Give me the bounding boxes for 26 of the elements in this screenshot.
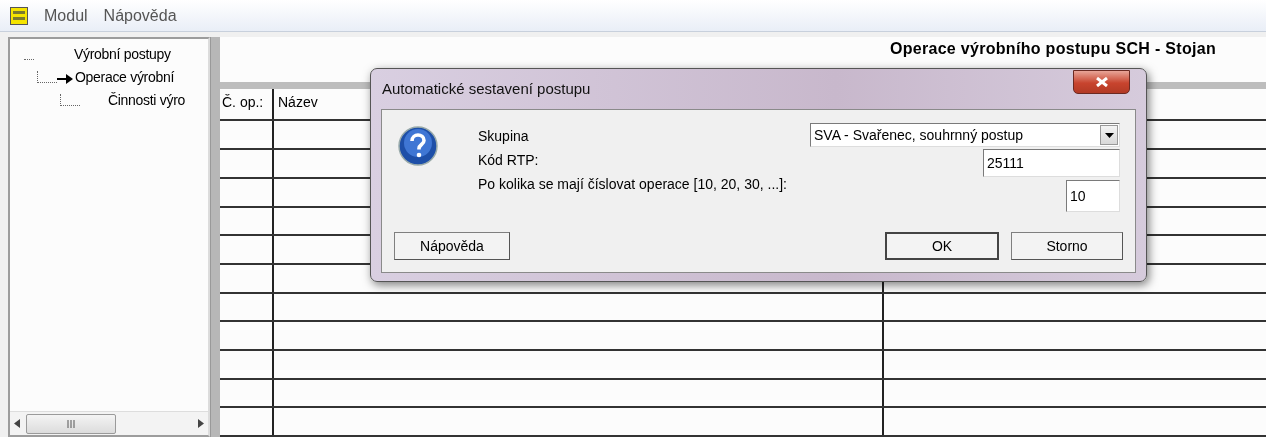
- scroll-right-icon[interactable]: [198, 419, 204, 428]
- field-label: Kód RTP:: [478, 152, 539, 168]
- tree-item[interactable]: Operace výrobní: [75, 67, 174, 88]
- dialog-button[interactable]: Storno: [1011, 232, 1123, 260]
- close-button[interactable]: [1073, 70, 1130, 94]
- question-icon: [398, 126, 438, 166]
- app-icon: [10, 6, 28, 25]
- field-label: Po kolika se mají číslovat operace [10, 20, 30, ...]:: [478, 176, 787, 192]
- scrollbar-thumb[interactable]: [26, 413, 116, 434]
- menu-item[interactable]: Modul: [44, 3, 88, 28]
- dialog-button[interactable]: OK: [885, 232, 999, 260]
- scroll-left-icon[interactable]: [14, 419, 20, 428]
- field-label: Skupina: [478, 128, 529, 144]
- panel-title: Operace výrobního postupu SCH - Stojan: [889, 40, 1216, 57]
- code-field[interactable]: 25111: [983, 149, 1120, 177]
- dialog-button[interactable]: Nápověda: [394, 232, 510, 260]
- close-icon: [1095, 77, 1108, 87]
- column-header: Č. op.:: [220, 89, 274, 120]
- dropdown-caret-icon: [1104, 132, 1114, 138]
- horizontal-scrollbar[interactable]: [10, 411, 208, 435]
- tree-item[interactable]: Výrobní postupy: [74, 44, 171, 65]
- grip-icon: [67, 419, 75, 428]
- menu-item[interactable]: Nápověda: [103, 3, 177, 28]
- tree-item[interactable]: Činnosti výro: [108, 90, 186, 111]
- group-dropdown[interactable]: SVA - Svařenec, souhrnný postup: [810, 123, 1120, 147]
- step-field[interactable]: 10: [1066, 180, 1120, 212]
